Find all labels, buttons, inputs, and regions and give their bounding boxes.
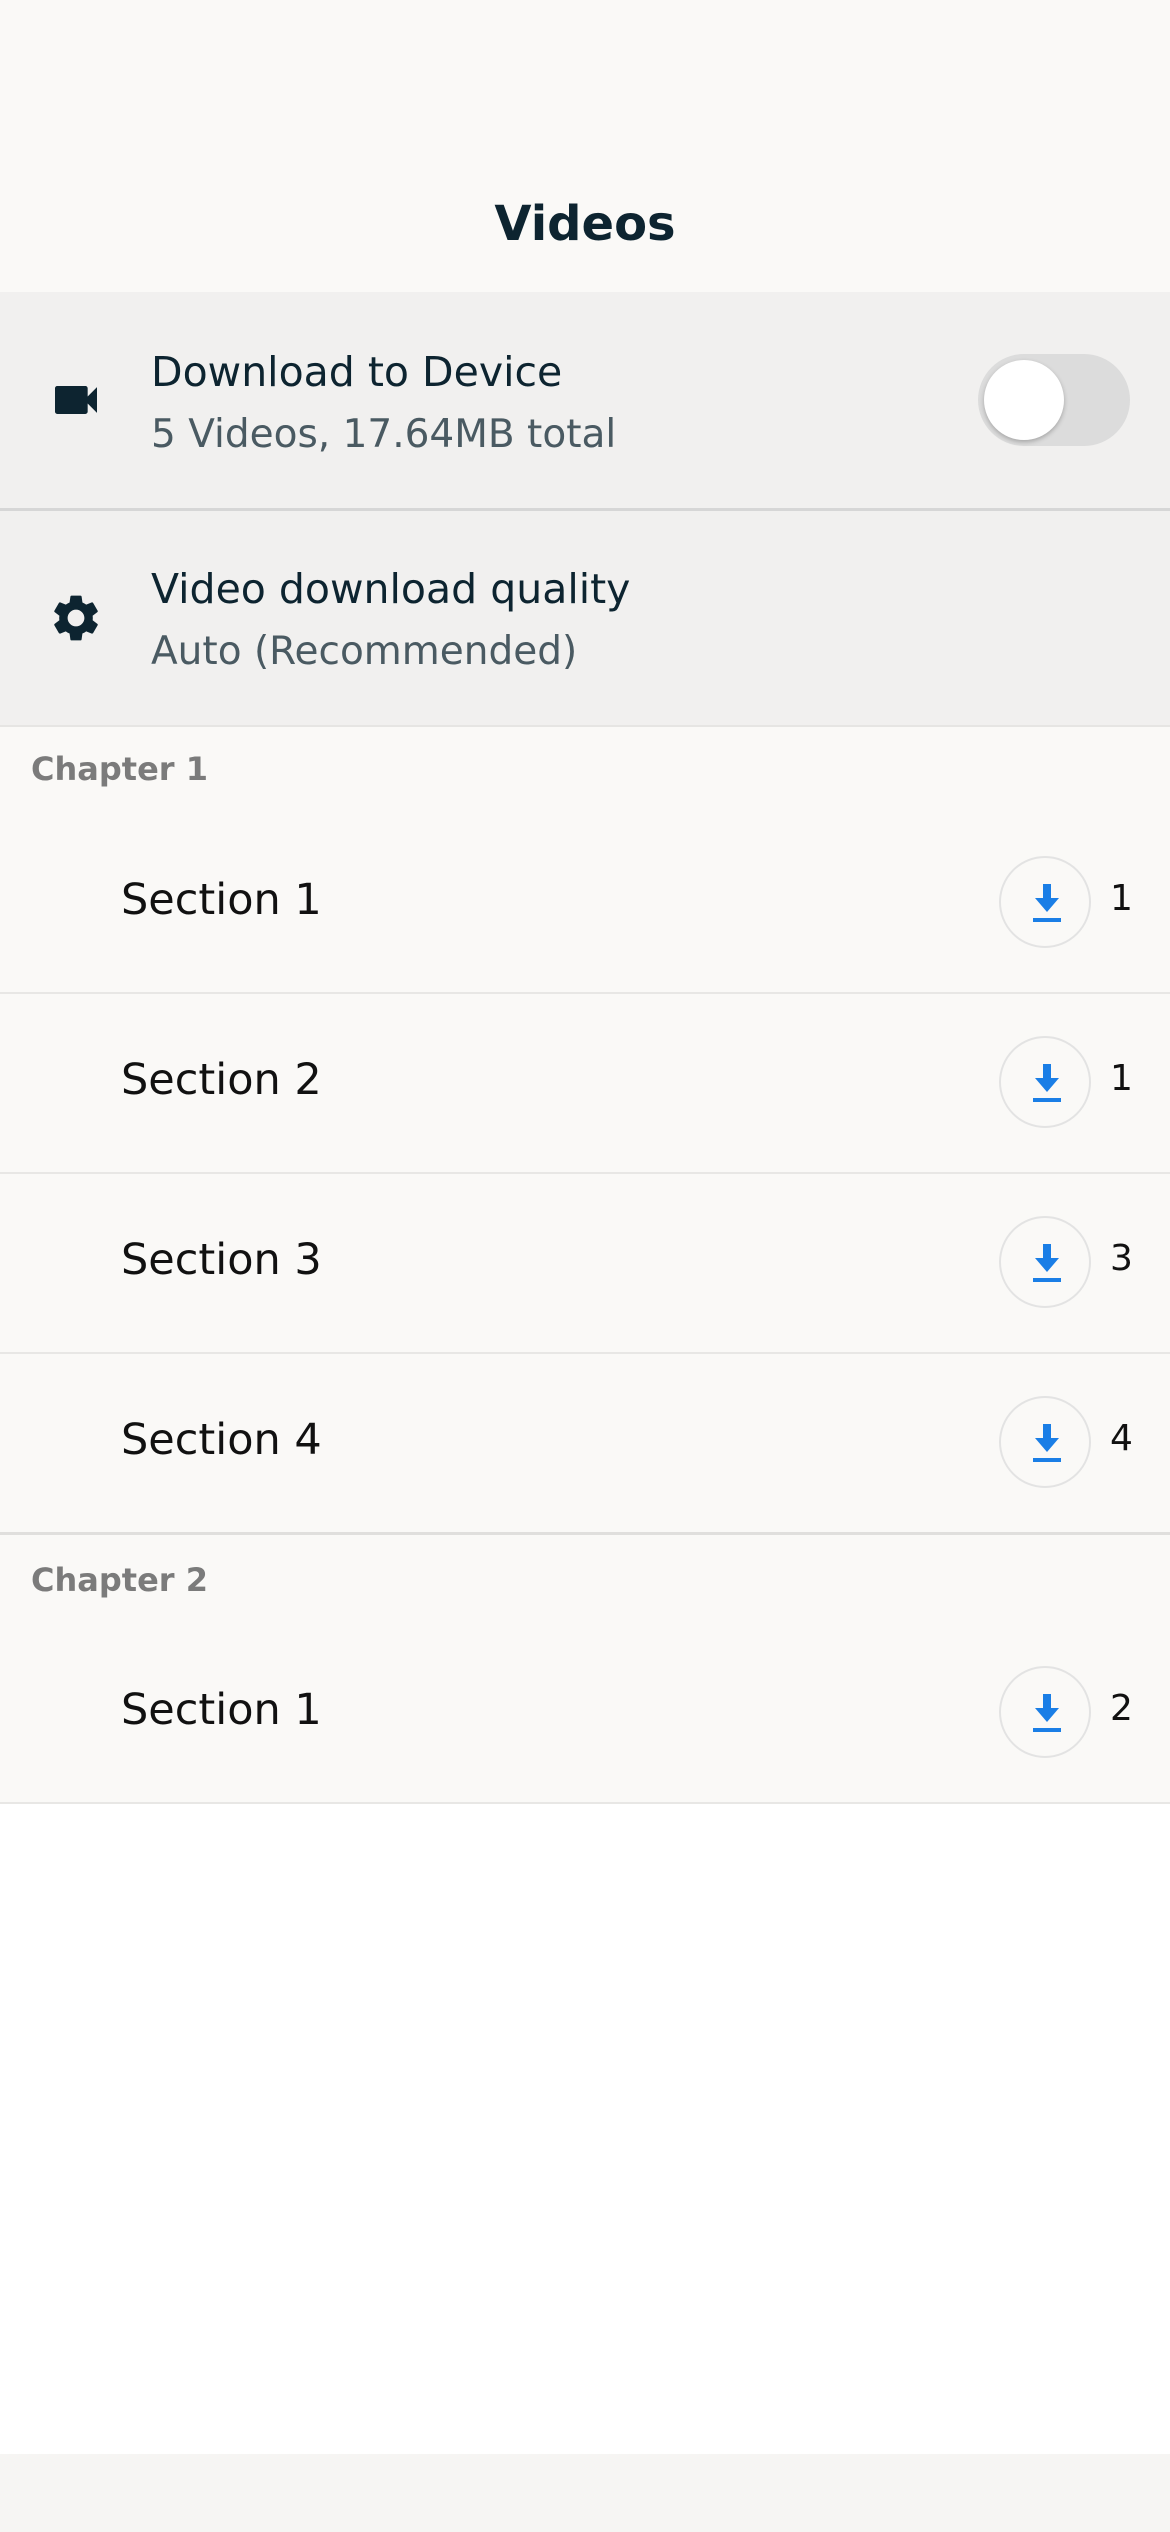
section-label: Section 3 [121,1235,322,1285]
chapter-header: Chapter 2 [31,1561,208,1599]
gear-icon [54,595,98,641]
section-video-count: 2 [1110,1688,1133,1729]
section-label: Section 1 [121,875,322,925]
section-row[interactable]: Section 1 2 [0,1624,1170,1804]
download-button[interactable] [999,1396,1091,1488]
video-quality-row[interactable]: Video download quality Auto (Recommended… [0,511,1170,727]
download-button[interactable] [999,856,1091,948]
download-icon [1033,884,1061,922]
download-to-device-title: Download to Device [151,348,563,396]
video-camera-icon [55,386,97,414]
video-quality-value: Auto (Recommended) [151,629,578,674]
section-label: Section 1 [121,1685,322,1735]
section-row[interactable]: Section 2 1 [0,994,1170,1174]
app-header: Videos [0,0,1170,292]
toggle-knob [984,360,1064,440]
download-to-device-row[interactable]: Download to Device 5 Videos, 17.64MB tot… [0,292,1170,511]
section-video-count: 1 [1110,878,1133,919]
download-summary: 5 Videos, 17.64MB total [151,412,617,457]
download-button[interactable] [999,1036,1091,1128]
download-icon [1033,1424,1061,1462]
download-button[interactable] [999,1666,1091,1758]
section-label: Section 2 [121,1055,322,1105]
section-video-count: 1 [1110,1058,1133,1099]
chapter-header: Chapter 1 [31,750,208,788]
download-icon [1033,1244,1061,1282]
video-quality-title: Video download quality [151,565,631,613]
empty-content-area [0,1804,1170,2454]
page-title: Videos [494,196,676,252]
section-row[interactable]: Section 4 4 [0,1354,1170,1532]
section-video-count: 4 [1110,1418,1133,1459]
download-button[interactable] [999,1216,1091,1308]
download-icon [1033,1694,1061,1732]
chapter-divider [0,1532,1170,1535]
section-label: Section 4 [121,1415,322,1465]
download-to-device-toggle[interactable] [978,354,1130,446]
bottom-bar [0,2454,1170,2532]
section-row[interactable]: Section 3 3 [0,1174,1170,1354]
section-video-count: 3 [1110,1238,1133,1279]
section-row[interactable]: Section 1 1 [0,814,1170,994]
download-icon [1033,1064,1061,1102]
